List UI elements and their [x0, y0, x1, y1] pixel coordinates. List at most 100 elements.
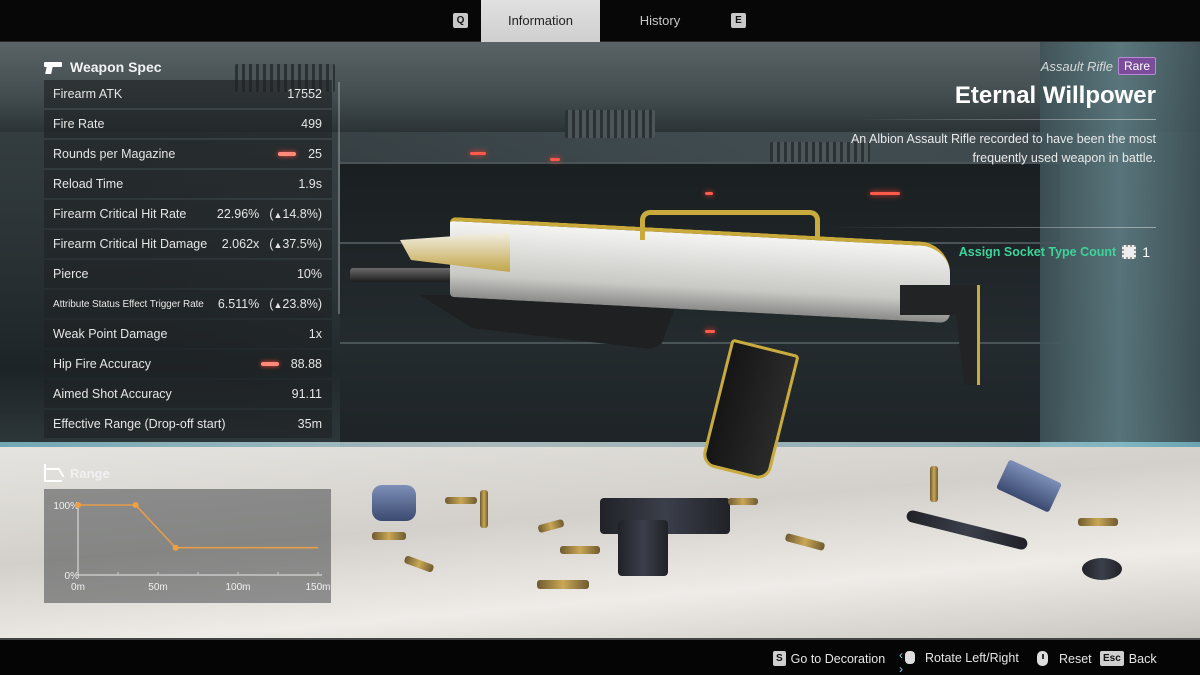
- x-tick-label: 150m: [305, 582, 330, 593]
- x-tick-label: 50m: [148, 582, 167, 593]
- shell-casing-decor: [1078, 518, 1118, 526]
- stat-row[interactable]: Weak Point Damage 1x: [44, 320, 332, 348]
- tab-information[interactable]: Information: [481, 0, 600, 42]
- stat-row[interactable]: Hip Fire Accuracy 88.88: [44, 350, 332, 378]
- stat-row[interactable]: Aimed Shot Accuracy 91.11: [44, 380, 332, 408]
- stat-value-group: 17552: [287, 87, 322, 101]
- stat-value: 499: [301, 117, 322, 131]
- stat-row[interactable]: Firearm Critical Hit Damage 2.062x (▲37.5%…: [44, 230, 332, 258]
- stats-scrollbar[interactable]: [338, 82, 340, 314]
- stat-value: 17552: [287, 87, 322, 101]
- stat-label: Firearm Critical Hit Damage: [53, 237, 208, 251]
- stat-row[interactable]: Reload Time 1.9s: [44, 170, 332, 198]
- stat-row[interactable]: Firearm Critical Hit Rate 22.96% (▲14.8%): [44, 200, 332, 228]
- stat-value-group: 1.9s: [298, 177, 322, 191]
- stat-change-indicator: [260, 362, 279, 366]
- rotate-hint[interactable]: Rotate Left/Right: [899, 648, 1019, 675]
- shell-casing-decor: [372, 532, 406, 540]
- trigger-part-decor: [618, 520, 668, 576]
- weapon-spec-header: Weapon Spec: [42, 56, 162, 78]
- stat-row[interactable]: Rounds per Magazine 25: [44, 140, 332, 168]
- stat-value: 6.511%: [217, 297, 260, 311]
- rarity-badge: Rare: [1117, 57, 1156, 75]
- stat-label: Attribute Status Effect Trigger Rate: [53, 298, 204, 310]
- stat-value: 91.11: [291, 387, 322, 401]
- stat-bonus-value: 37.5%: [282, 237, 318, 251]
- stat-value-group: 6.511% (▲23.8%): [218, 297, 322, 311]
- red-light-decor: [550, 158, 560, 161]
- stat-value: 22.96%: [216, 207, 260, 221]
- stat-value-group: 2.062x (▲37.5%): [222, 237, 322, 251]
- stat-row[interactable]: Firearm ATK 17552: [44, 80, 332, 108]
- stat-value: 88.88: [290, 357, 322, 371]
- bottom-hint-bar: S Go to Decoration Rotate Left/Right Res…: [0, 638, 1200, 675]
- red-light-decor: [470, 152, 486, 155]
- key-s-icon: S: [773, 651, 786, 666]
- stat-label: Effective Range (Drop-off start): [53, 417, 226, 431]
- socket-label: Assign Socket Type Count: [958, 245, 1117, 259]
- mouse-rotate-icon: [899, 648, 920, 675]
- socket-chip-icon: [1122, 245, 1137, 259]
- x-tick-label: 100m: [225, 582, 250, 593]
- y-tick-label: 100%: [53, 501, 79, 512]
- stat-row[interactable]: Fire Rate 499: [44, 110, 332, 138]
- shell-casing-decor: [480, 490, 488, 528]
- stat-label: Hip Fire Accuracy: [53, 357, 151, 371]
- stat-label: Firearm ATK: [53, 87, 123, 101]
- stat-bonus-value: 14.8%: [282, 207, 318, 221]
- back-button[interactable]: Esc Back: [1100, 651, 1157, 666]
- stat-value-group: 88.88: [260, 357, 322, 371]
- stat-value: 2.062x: [221, 237, 260, 251]
- drum-part-decor: [372, 485, 416, 521]
- stat-row[interactable]: Attribute Status Effect Trigger Rate 6.51…: [44, 290, 332, 318]
- stat-value: 35m: [297, 417, 322, 431]
- shell-casing-decor: [930, 466, 938, 502]
- prev-tab-key[interactable]: Q: [453, 13, 468, 28]
- weapon-spec-title: Weapon Spec: [70, 59, 162, 75]
- mouse-icon: [1037, 651, 1048, 666]
- reset-button[interactable]: Reset: [1037, 651, 1092, 666]
- range-chart-icon: [44, 464, 62, 482]
- red-light-decor: [705, 192, 713, 195]
- hint-label: Back: [1128, 651, 1157, 666]
- top-tab-bar: Q Information History E: [0, 0, 1200, 42]
- weapon-description: An Albion Assault Rifle recorded to have…: [850, 132, 1156, 165]
- stat-label: Fire Rate: [53, 117, 105, 131]
- weapon-type: Assault Rifle: [1040, 58, 1113, 74]
- stat-value: 10%: [296, 267, 322, 281]
- shell-casing-decor: [537, 580, 589, 589]
- falloff-point: [132, 502, 139, 508]
- hint-label: Go to Decoration: [790, 651, 886, 666]
- range-title: Range: [70, 465, 110, 481]
- stat-bonus-value: 23.8%: [282, 297, 318, 311]
- y-tick-label: 0%: [65, 571, 80, 582]
- hint-label: Rotate Left/Right: [925, 651, 1019, 665]
- stat-value: 25: [308, 147, 322, 161]
- stat-value-group: 10%: [297, 267, 322, 281]
- stat-value-group: 25: [278, 147, 322, 161]
- stat-value-group: 91.11: [292, 387, 322, 401]
- stat-value-group: 22.96% (▲14.8%): [217, 207, 322, 221]
- falloff-point: [75, 502, 81, 508]
- red-light-decor: [870, 192, 900, 195]
- damage-falloff-line: [78, 504, 318, 549]
- falloff-point: [172, 544, 179, 551]
- red-light-decor: [705, 330, 715, 333]
- x-tick-label: 0m: [71, 582, 85, 593]
- weapon-carry-handle: [640, 210, 820, 240]
- next-tab-key[interactable]: E: [731, 13, 746, 28]
- ring-part-decor: [1082, 558, 1122, 580]
- divider: [856, 119, 1156, 120]
- go-to-decoration-button[interactable]: S Go to Decoration: [773, 651, 885, 666]
- stat-label: Rounds per Magazine: [53, 147, 176, 161]
- stat-bonus: (▲37.5%): [269, 237, 322, 251]
- vent-decor: [565, 110, 655, 138]
- stat-bonus: (▲14.8%): [269, 207, 322, 221]
- tab-history[interactable]: History: [615, 0, 705, 42]
- stat-value: 1x: [308, 327, 322, 341]
- stat-row[interactable]: Pierce 10%: [44, 260, 332, 288]
- shell-casing-decor: [560, 546, 600, 554]
- stat-value-group: 499: [301, 117, 322, 131]
- stat-value-group: 35m: [298, 417, 322, 431]
- stat-row[interactable]: Effective Range (Drop-off start) 35m: [44, 410, 332, 438]
